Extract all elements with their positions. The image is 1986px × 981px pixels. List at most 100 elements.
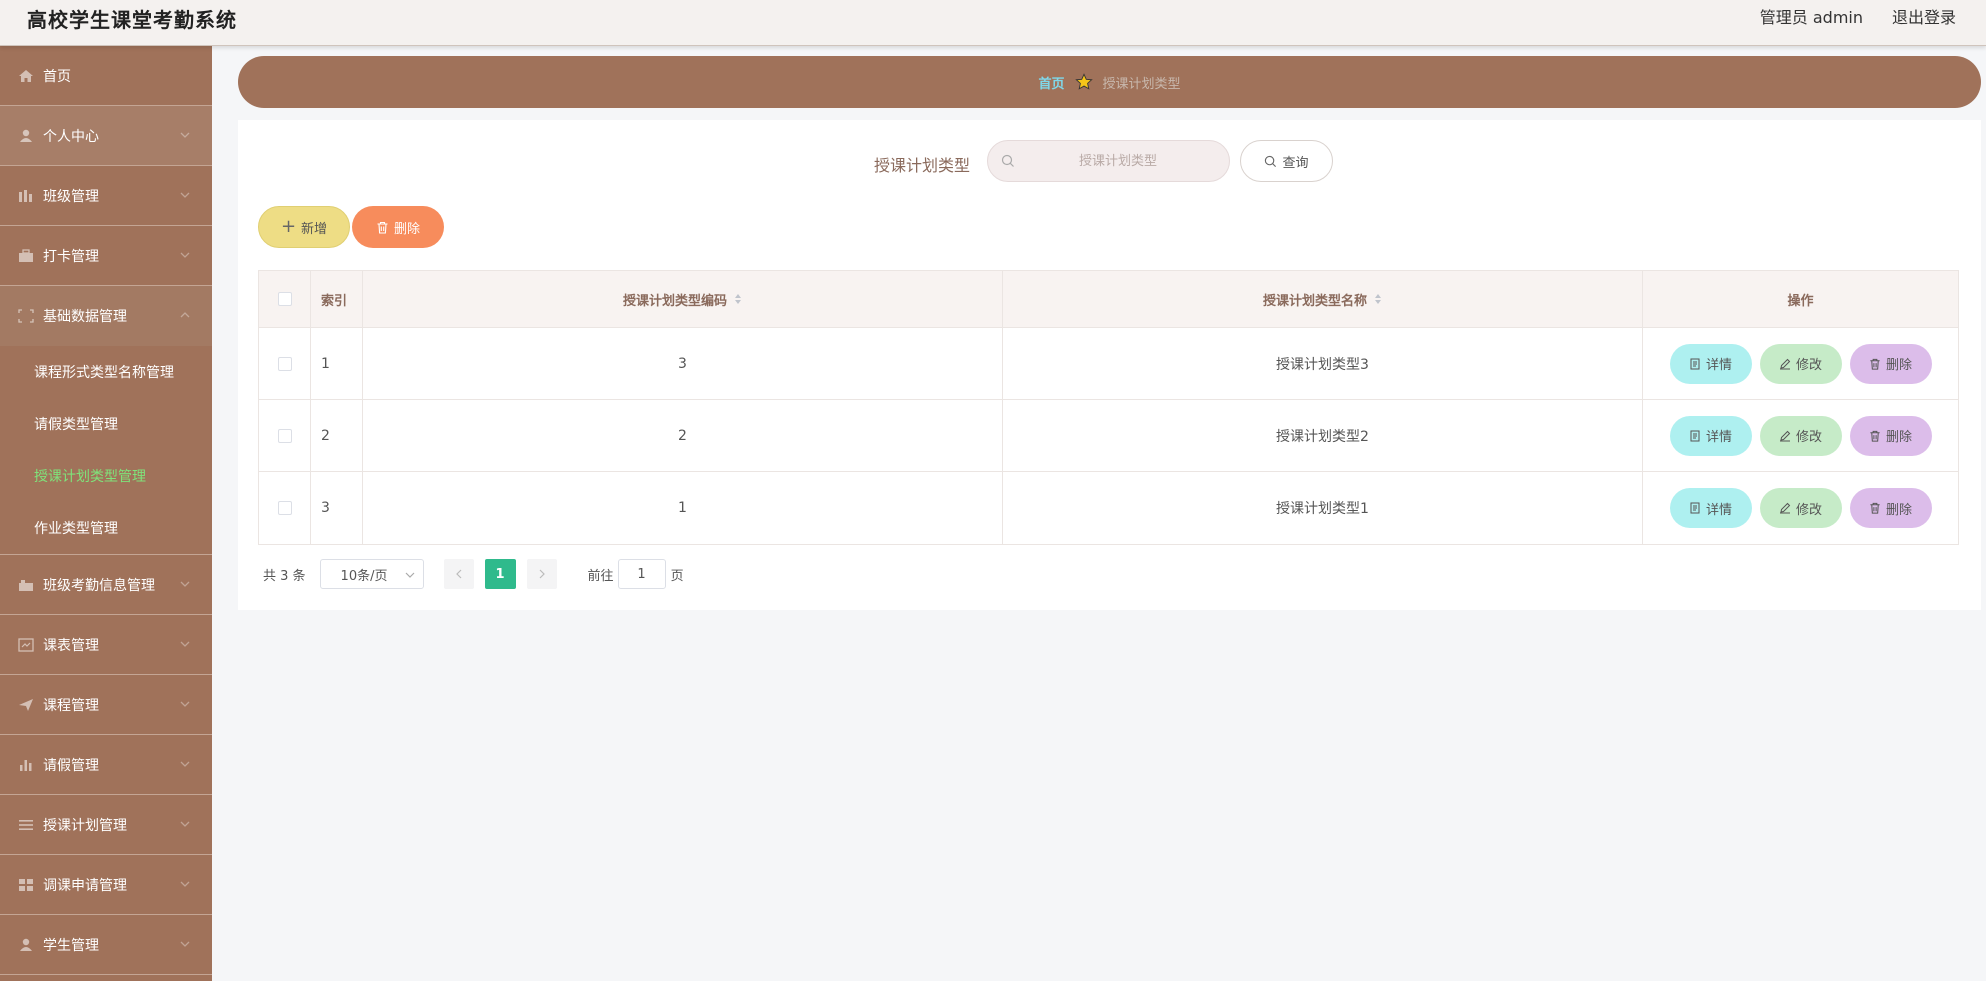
sidebar-item-label: 个人中心 <box>43 128 99 145</box>
submenu-leave-type[interactable]: 请假类型管理 <box>0 398 212 450</box>
sidebar-item-label: 课程管理 <box>43 697 99 714</box>
sidebar-item-label: 学生管理 <box>43 937 99 954</box>
sidebar-item-class[interactable]: 班级管理 <box>0 166 212 226</box>
search-icon <box>1001 154 1014 167</box>
trash-icon <box>377 221 388 234</box>
batch-delete-button[interactable]: 删除 <box>352 206 444 248</box>
edit-button[interactable]: 修改 <box>1759 488 1842 528</box>
edit-button[interactable]: 修改 <box>1759 343 1842 384</box>
batch-delete-label: 删除 <box>393 221 420 237</box>
briefcase-icon <box>18 248 34 263</box>
chevron-down-icon <box>180 190 190 200</box>
chevron-down-icon <box>180 759 190 769</box>
sidebar-item-teaching-plan[interactable]: 授课计划管理 <box>0 795 212 855</box>
row-checkbox[interactable] <box>277 356 292 371</box>
trash-icon <box>1870 358 1880 370</box>
trash-icon <box>1870 502 1880 514</box>
logout-link[interactable]: 退出登录 <box>1892 4 1956 28</box>
goto-suffix: 页 <box>670 568 684 584</box>
row-checkbox-cell <box>259 328 311 399</box>
detail-button[interactable]: 详情 <box>1669 415 1752 456</box>
chevron-down-icon <box>180 879 190 889</box>
submenu-homework-type[interactable]: 作业类型管理 <box>0 502 212 554</box>
row-checkbox[interactable] <box>277 501 292 515</box>
row-code: 2 <box>363 400 1003 471</box>
goto-prefix: 前往 <box>587 568 614 584</box>
app-title: 高校学生课堂考勤系统 <box>27 8 237 32</box>
sidebar-item-basic-data[interactable]: 基础数据管理 <box>0 286 212 346</box>
delete-button[interactable]: 删除 <box>1849 415 1932 456</box>
document-icon <box>1690 430 1700 441</box>
chevron-up-icon <box>180 310 190 320</box>
submenu-teaching-plan-type[interactable]: 授课计划类型管理 <box>0 450 212 502</box>
top-header: 高校学生课堂考勤系统 管理员 admin 退出登录 <box>0 0 1986 46</box>
edit-label: 修改 <box>1795 430 1822 445</box>
sidebar-item-home[interactable]: 首页 <box>0 46 212 106</box>
document-icon <box>1690 502 1700 514</box>
edit-button[interactable]: 修改 <box>1759 415 1842 456</box>
add-button[interactable]: + 新增 <box>258 206 350 248</box>
row-code: 3 <box>363 328 1003 399</box>
select-all-checkbox[interactable] <box>277 292 292 306</box>
breadcrumb-home-link[interactable]: 首页 <box>1038 73 1064 92</box>
pagination: 共 3 条 10条/页 1 前往 页 <box>263 559 684 589</box>
row-checkbox[interactable] <box>277 428 292 443</box>
table-row: 3 1 授课计划类型1 详情 修改 删除 <box>259 472 1958 544</box>
briefcase-icon <box>18 578 34 592</box>
page-size-select[interactable]: 10条/页 <box>319 559 424 589</box>
add-button-label: 新增 <box>301 221 328 237</box>
table-row: 1 3 授课计划类型3 详情 修改 删除 <box>259 328 1958 400</box>
list-icon <box>18 818 34 832</box>
delete-button[interactable]: 删除 <box>1849 343 1932 384</box>
sidebar-item-course[interactable]: 课程管理 <box>0 675 212 735</box>
row-checkbox-cell <box>259 472 311 544</box>
chevron-left-icon <box>455 569 461 579</box>
prev-page-button[interactable] <box>443 559 474 589</box>
breadcrumb-current: 授课计划类型 <box>1102 76 1181 92</box>
chevron-right-icon <box>539 569 545 579</box>
sidebar-item-profile[interactable]: 个人中心 <box>0 106 212 166</box>
main-content: 首页 授课计划类型 授课计划类型 查询 + 新增 删除 <box>212 46 1986 981</box>
column-header-index: 索引 <box>311 271 363 327</box>
sidebar-item-checkin[interactable]: 打卡管理 <box>0 226 212 286</box>
query-button[interactable]: 查询 <box>1240 140 1333 182</box>
page-number-button[interactable]: 1 <box>484 559 516 589</box>
row-checkbox-cell <box>259 400 311 471</box>
sidebar-item-label: 打卡管理 <box>43 248 99 265</box>
chevron-down-icon <box>180 939 190 949</box>
detail-label: 详情 <box>1705 358 1732 373</box>
sidebar-item-class-attendance[interactable]: 班级考勤信息管理 <box>0 555 212 615</box>
table-row: 2 2 授课计划类型2 详情 修改 删除 <box>259 400 1958 472</box>
plus-icon: + <box>280 216 297 237</box>
column-header-code[interactable]: 授课计划类型编码 <box>363 271 1003 327</box>
send-icon <box>18 698 34 712</box>
delete-button[interactable]: 删除 <box>1849 488 1932 528</box>
column-header-name[interactable]: 授课计划类型名称 <box>1003 271 1643 327</box>
sidebar-item-leave[interactable]: 请假管理 <box>0 735 212 795</box>
submenu-course-form-type[interactable]: 课程形式类型名称管理 <box>0 346 212 398</box>
chevron-down-icon <box>180 639 190 649</box>
table-header-row: 索引 授课计划类型编码 授课计划类型名称 操作 <box>259 271 1958 328</box>
row-index: 1 <box>311 328 363 399</box>
detail-button[interactable]: 详情 <box>1669 343 1752 384</box>
pencil-icon <box>1779 430 1791 441</box>
next-page-button[interactable] <box>526 559 557 589</box>
sidebar-item-timetable[interactable]: 课表管理 <box>0 615 212 675</box>
row-name: 授课计划类型3 <box>1003 328 1643 399</box>
bar-icon <box>18 758 34 772</box>
sidebar-item-reschedule[interactable]: 调课申请管理 <box>0 855 212 915</box>
pagination-total: 共 3 条 <box>263 568 306 584</box>
search-field <box>987 140 1230 182</box>
sidebar-item-student[interactable]: 学生管理 <box>0 915 212 975</box>
sidebar-item-label: 首页 <box>43 68 71 85</box>
home-icon <box>18 69 34 83</box>
search-label: 授课计划类型 <box>874 156 971 175</box>
column-header-ops: 操作 <box>1787 293 1814 309</box>
bar-icon <box>18 189 34 203</box>
search-icon <box>1265 155 1277 167</box>
detail-button[interactable]: 详情 <box>1669 488 1752 528</box>
board-icon <box>18 637 34 652</box>
search-input[interactable] <box>1018 141 1218 181</box>
goto-page-input[interactable] <box>617 559 666 589</box>
row-index: 2 <box>311 400 363 471</box>
